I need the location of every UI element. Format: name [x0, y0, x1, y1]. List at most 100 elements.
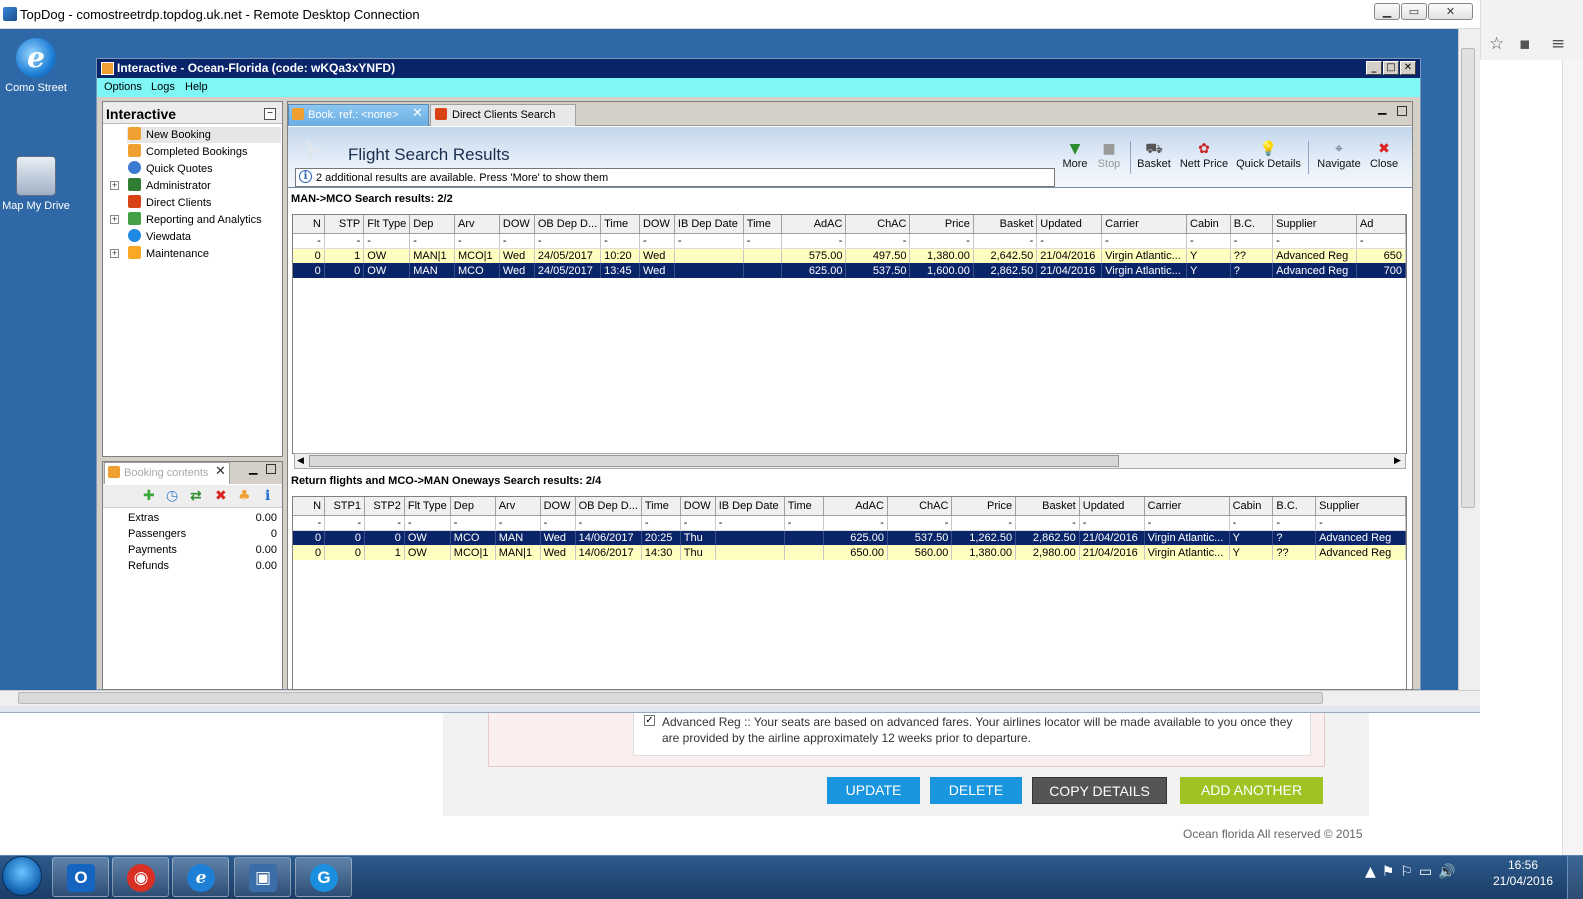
nett-price-button[interactable]: ✿ Nett Price: [1178, 141, 1230, 170]
bookmark-star-icon[interactable]: ☆: [1489, 34, 1504, 54]
table-cell[interactable]: Advanced Reg: [1315, 530, 1406, 545]
browser-scrollbar[interactable]: [1562, 60, 1583, 855]
column-header[interactable]: STP: [324, 215, 365, 234]
column-header[interactable]: Updated: [1036, 215, 1103, 234]
table-cell[interactable]: -: [324, 515, 365, 531]
quick-details-button[interactable]: 💡 Quick Details: [1236, 141, 1301, 170]
table-cell[interactable]: Wed: [540, 545, 576, 560]
table-cell[interactable]: 700: [1356, 263, 1406, 278]
table-cell[interactable]: -: [1272, 233, 1357, 249]
table-cell[interactable]: [715, 530, 785, 545]
table-cell[interactable]: -: [1144, 515, 1230, 531]
extension-icon[interactable]: ▪: [1519, 34, 1531, 54]
table-cell[interactable]: [743, 248, 783, 263]
column-header[interactable]: Arv: [495, 497, 541, 516]
table-cell[interactable]: -: [743, 233, 783, 249]
table-cell[interactable]: MCO: [450, 530, 496, 545]
table-cell[interactable]: MAN: [409, 263, 456, 278]
scroll-right-icon[interactable]: ▶: [1394, 455, 1401, 466]
table-cell[interactable]: -: [540, 515, 576, 531]
return-flight-row[interactable]: 0 0 1 OW MCO|1 MAN|1 Wed 14/06/2017 14:30 Thu 650.…: [293, 545, 1406, 560]
rdp-horizontal-scroll-thumb[interactable]: [18, 692, 1323, 704]
table-cell[interactable]: 0: [324, 545, 365, 560]
table-cell[interactable]: [784, 545, 824, 560]
table-cell[interactable]: 0: [293, 263, 325, 278]
table-cell[interactable]: -: [1315, 515, 1406, 531]
table-cell[interactable]: -: [641, 515, 681, 531]
transfer-icon[interactable]: ⇄: [190, 488, 202, 504]
table-cell[interactable]: -: [951, 515, 1017, 531]
table-cell[interactable]: 0: [293, 248, 325, 263]
taskbar-g-app[interactable]: G: [295, 857, 352, 897]
table-cell[interactable]: -: [534, 233, 602, 249]
table-cell[interactable]: -: [363, 233, 411, 249]
column-header[interactable]: Price: [951, 497, 1017, 516]
table-cell[interactable]: 1,380.00: [951, 545, 1017, 560]
table-cell[interactable]: -: [781, 233, 847, 249]
column-header[interactable]: Time: [641, 497, 681, 516]
return-filter-row[interactable]: ---------------------: [293, 515, 1406, 531]
column-header[interactable]: Arv: [454, 215, 500, 234]
table-cell[interactable]: OW: [363, 263, 411, 278]
table-cell[interactable]: 650.00: [823, 545, 888, 560]
table-cell[interactable]: 0: [364, 530, 405, 545]
table-cell[interactable]: -: [324, 233, 365, 249]
table-cell[interactable]: Advanced Reg: [1272, 263, 1357, 278]
table-cell[interactable]: Y: [1186, 263, 1231, 278]
delete-button[interactable]: DELETE: [930, 777, 1022, 804]
column-header[interactable]: ChAC: [845, 215, 911, 234]
table-cell[interactable]: Thu: [680, 530, 716, 545]
tree-item-direct-clients[interactable]: Direct Clients: [128, 195, 211, 211]
column-header[interactable]: DOW: [639, 215, 675, 234]
taskbar-internet-explorer[interactable]: e: [172, 857, 229, 897]
taskbar-remote-desktop[interactable]: ▣: [234, 857, 291, 897]
table-cell[interactable]: 625.00: [781, 263, 847, 278]
tree-item-quick-quotes[interactable]: Quick Quotes: [128, 161, 213, 177]
tree-item-administrator[interactable]: Administrator: [128, 178, 211, 194]
table-cell[interactable]: -: [639, 233, 675, 249]
table-cell[interactable]: ?: [1230, 263, 1274, 278]
table-cell[interactable]: -: [1101, 233, 1188, 249]
table-cell[interactable]: -: [600, 233, 640, 249]
close-button[interactable]: ✖ Close: [1369, 141, 1399, 170]
show-desktop-button[interactable]: [1567, 856, 1583, 899]
table-cell[interactable]: -: [1356, 233, 1406, 249]
column-header[interactable]: Dep: [409, 215, 456, 234]
table-cell[interactable]: 537.50: [845, 263, 911, 278]
table-cell[interactable]: 2,862.50: [973, 263, 1038, 278]
table-cell[interactable]: 1: [364, 545, 405, 560]
table-cell[interactable]: -: [293, 515, 326, 531]
column-header[interactable]: Time: [743, 215, 783, 234]
table-cell[interactable]: [715, 545, 785, 560]
table-cell[interactable]: [784, 530, 824, 545]
bc-maximize-button[interactable]: [266, 464, 276, 474]
column-header[interactable]: AdAC: [823, 497, 888, 516]
advanced-reg-checkbox[interactable]: ✓: [644, 715, 655, 726]
table-cell[interactable]: 1,600.00: [909, 263, 974, 278]
rdp-maximize-button[interactable]: ▭: [1401, 3, 1427, 20]
table-cell[interactable]: [743, 263, 783, 278]
table-cell[interactable]: 14/06/2017: [575, 530, 642, 545]
rdp-minimize-button[interactable]: ▁: [1374, 3, 1400, 20]
table-cell[interactable]: Virgin Atlantic...: [1144, 545, 1230, 560]
table-cell[interactable]: -: [293, 233, 325, 249]
table-cell[interactable]: OW: [404, 545, 451, 560]
outbound-flight-row-selected[interactable]: 0 0 OW MAN MCO Wed 24/05/2017 13:45 Wed 625.00 537…: [293, 263, 1406, 278]
column-header[interactable]: Time: [600, 215, 640, 234]
table-cell[interactable]: 0: [324, 263, 365, 278]
column-header[interactable]: OB Dep D...: [575, 497, 642, 516]
tree-item-completed-bookings[interactable]: Completed Bookings: [128, 144, 248, 160]
outbound-scroll-thumb[interactable]: [309, 455, 1119, 467]
stop-button[interactable]: ■ Stop: [1094, 141, 1124, 170]
column-header[interactable]: Basket: [973, 215, 1038, 234]
column-header[interactable]: IB Dep Date: [674, 215, 744, 234]
table-cell[interactable]: Wed: [499, 263, 535, 278]
column-header[interactable]: N: [293, 497, 326, 516]
table-cell[interactable]: ?: [1272, 530, 1317, 545]
table-cell[interactable]: 0: [293, 545, 326, 560]
table-cell[interactable]: -: [909, 233, 974, 249]
column-header[interactable]: Carrier: [1144, 497, 1230, 516]
menu-icon[interactable]: ≡: [1551, 34, 1565, 54]
table-cell[interactable]: Advanced Reg: [1272, 248, 1357, 263]
menu-options[interactable]: Options: [104, 81, 142, 93]
